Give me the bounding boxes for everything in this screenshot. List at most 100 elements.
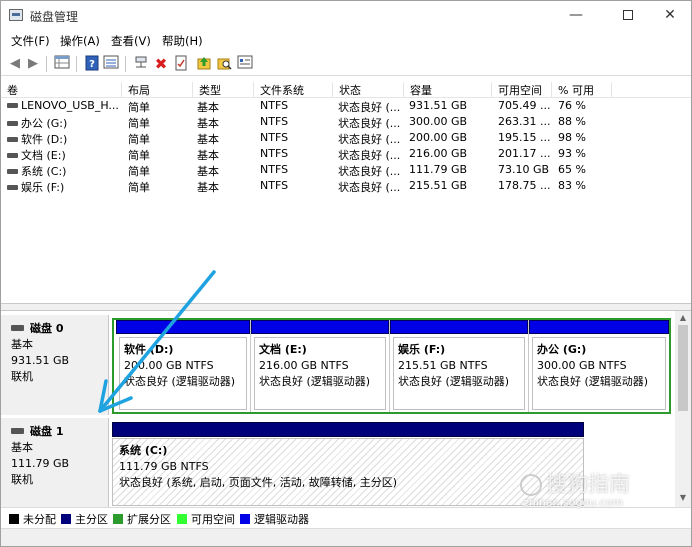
pane-splitter[interactable] (1, 303, 691, 311)
scrollbar-thumb[interactable] (678, 325, 688, 411)
logical-drive-bar (529, 320, 669, 334)
partition-size: 216.00 GB NTFS (259, 359, 349, 372)
volume-filesystem: NTFS (260, 179, 289, 192)
partition-d[interactable]: 软件 (D:) 200.00 GB NTFS 状态良好 (逻辑驱动器) (116, 320, 251, 412)
disk-type: 基本 (11, 441, 33, 454)
logical-drive-bar (390, 320, 528, 334)
close-button[interactable]: ✕ (647, 1, 692, 31)
delete-icon[interactable]: ✖ (152, 55, 170, 73)
column-header-filesystem[interactable]: 文件系统 (254, 82, 333, 98)
help-icon[interactable]: ? (83, 55, 101, 73)
disk-name: 磁盘 0 (30, 322, 64, 335)
volume-capacity: 931.51 GB (409, 99, 468, 112)
legend-swatch (113, 514, 123, 524)
volume-type: 基本 (197, 117, 219, 130)
volume-percent-free: 65 % (558, 163, 586, 176)
legend-unallocated: 未分配 (9, 511, 56, 527)
title-bar: 磁盘管理 — ✕ (1, 1, 691, 31)
drive-icon (7, 152, 18, 158)
volume-row[interactable]: 系统 (C:) 简单 基本 NTFS 状态良好 (... 111.79 GB 7… (1, 162, 691, 178)
partition-name: 娱乐 (F:) (398, 343, 446, 356)
status-bar (1, 528, 691, 546)
legend-extended: 扩展分区 (113, 511, 171, 527)
partition-body: 办公 (G:) 300.00 GB NTFS 状态良好 (逻辑驱动器) (532, 337, 666, 410)
legend-free-space: 可用空间 (177, 511, 235, 527)
disk-0-label[interactable]: 磁盘 0 基本 931.51 GB 联机 (1, 315, 109, 415)
disk-status: 联机 (11, 370, 33, 383)
column-header-free-space[interactable]: 可用空间 (492, 82, 552, 98)
volume-name: 娱乐 (F:) (7, 179, 122, 195)
extended-partition[interactable]: 软件 (D:) 200.00 GB NTFS 状态良好 (逻辑驱动器) 文档 (… (112, 318, 671, 414)
partition-status: 状态良好 (系统, 启动, 页面文件, 活动, 故障转储, 主分区) (119, 476, 398, 489)
column-header-type[interactable]: 类型 (193, 82, 254, 98)
volume-free-space: 263.31 ... (498, 115, 551, 128)
volume-layout: 简单 (128, 133, 150, 146)
disk-1-label[interactable]: 磁盘 1 基本 111.79 GB 联机 (1, 418, 109, 507)
list-view-icon[interactable] (102, 55, 120, 73)
volume-name: LENOVO_USB_H... (7, 99, 122, 112)
partition-f[interactable]: 娱乐 (F:) 215.51 GB NTFS 状态良好 (逻辑驱动器) (390, 320, 529, 412)
partition-size: 200.00 GB NTFS (124, 359, 214, 372)
search-folder-icon[interactable] (215, 55, 233, 73)
menu-help[interactable]: 帮助(H) (162, 33, 203, 49)
toolbar-separator (125, 56, 126, 72)
volume-name: 软件 (D:) (7, 131, 122, 147)
volume-status: 状态良好 (... (338, 117, 401, 130)
column-header-capacity[interactable]: 容量 (404, 82, 492, 98)
volume-status: 状态良好 (... (338, 181, 401, 194)
minimize-button[interactable]: — (553, 1, 599, 31)
watermark: 搜狗指南 zhinan.sogou.com (520, 468, 680, 509)
volume-filesystem: NTFS (260, 147, 289, 160)
volume-filesystem: NTFS (260, 131, 289, 144)
column-header-volume[interactable]: 卷 (1, 82, 122, 98)
partition-name: 办公 (G:) (537, 343, 587, 356)
volume-percent-free: 98 % (558, 131, 586, 144)
watermark-url: zhinan.sogou.com (523, 496, 624, 509)
partition-g[interactable]: 办公 (G:) 300.00 GB NTFS 状态良好 (逻辑驱动器) (529, 320, 669, 412)
volume-free-space: 201.17 ... (498, 147, 551, 160)
scroll-up-icon[interactable]: ▲ (678, 313, 688, 322)
volume-layout: 简单 (128, 101, 150, 114)
partition-e[interactable]: 文档 (E:) 216.00 GB NTFS 状态良好 (逻辑驱动器) (251, 320, 390, 412)
drive-icon (7, 102, 18, 108)
settings-panel-icon[interactable] (236, 55, 254, 73)
back-arrow-icon[interactable]: ◀ (6, 55, 24, 73)
volume-row[interactable]: 娱乐 (F:) 简单 基本 NTFS 状态良好 (... 215.51 GB 1… (1, 178, 691, 194)
column-header-status[interactable]: 状态 (333, 82, 404, 98)
volume-name: 系统 (C:) (7, 163, 122, 179)
volume-row[interactable]: 办公 (G:) 简单 基本 NTFS 状态良好 (... 300.00 GB 2… (1, 114, 691, 130)
volume-list-header: 卷 布局 类型 文件系统 状态 容量 可用空间 % 可用 (1, 80, 691, 98)
toolbar-separator (46, 56, 47, 72)
volume-free-space: 73.10 GB (498, 163, 550, 176)
volume-row[interactable]: LENOVO_USB_H... 简单 基本 NTFS 状态良好 (... 931… (1, 98, 691, 114)
volume-row[interactable]: 文档 (E:) 简单 基本 NTFS 状态良好 (... 216.00 GB 2… (1, 146, 691, 162)
partition-c[interactable]: 系统 (C:) 111.79 GB NTFS 状态良好 (系统, 启动, 页面文… (112, 438, 584, 506)
check-document-icon[interactable] (172, 55, 190, 73)
connect-icon[interactable] (132, 55, 150, 73)
volume-name: 文档 (E:) (7, 147, 122, 163)
disk-icon (11, 325, 24, 331)
maximize-button[interactable] (605, 1, 651, 31)
disk-status: 联机 (11, 473, 33, 486)
column-header-percent-free[interactable]: % 可用 (552, 82, 612, 98)
up-folder-icon[interactable] (195, 55, 213, 73)
menu-action[interactable]: 操作(A) (60, 33, 100, 49)
volume-status: 状态良好 (... (338, 165, 401, 178)
legend-logical-drive: 逻辑驱动器 (240, 511, 309, 527)
volume-list: 卷 布局 类型 文件系统 状态 容量 可用空间 % 可用 LENOVO_USB_… (1, 80, 691, 298)
properties-grid-icon[interactable] (53, 55, 71, 73)
partition-body: 软件 (D:) 200.00 GB NTFS 状态良好 (逻辑驱动器) (119, 337, 247, 410)
partition-status: 状态良好 (逻辑驱动器) (398, 375, 510, 388)
drive-icon (7, 136, 18, 142)
drive-icon (7, 168, 18, 174)
volume-capacity: 216.00 GB (409, 147, 468, 160)
forward-arrow-icon[interactable]: ▶ (24, 55, 42, 73)
partition-status: 状态良好 (逻辑驱动器) (537, 375, 649, 388)
volume-capacity: 200.00 GB (409, 131, 468, 144)
volume-row[interactable]: 软件 (D:) 简单 基本 NTFS 状态良好 (... 200.00 GB 1… (1, 130, 691, 146)
volume-percent-free: 88 % (558, 115, 586, 128)
menu-view[interactable]: 查看(V) (111, 33, 151, 49)
menu-file[interactable]: 文件(F) (11, 33, 50, 49)
volume-type: 基本 (197, 133, 219, 146)
column-header-layout[interactable]: 布局 (122, 82, 193, 98)
